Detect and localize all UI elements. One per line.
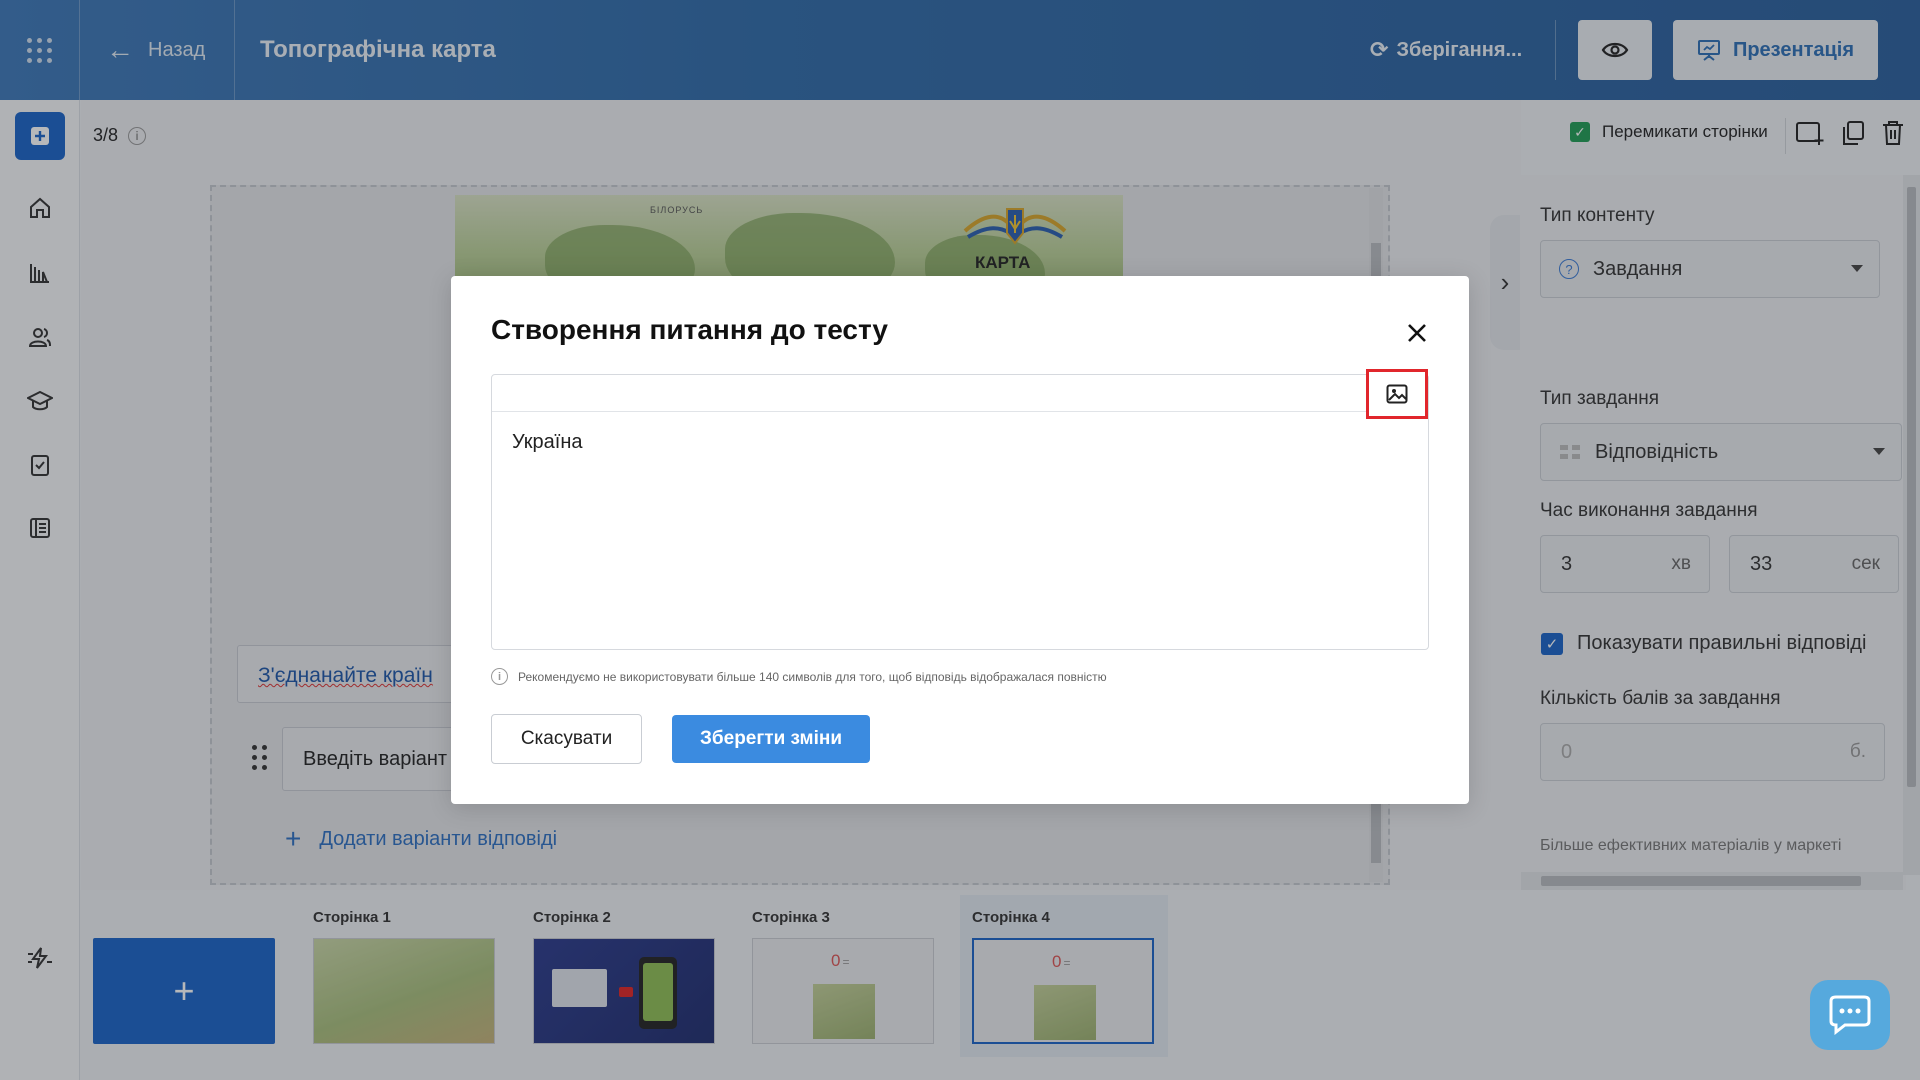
close-icon[interactable] xyxy=(1404,320,1430,346)
save-changes-button[interactable]: Зберегти зміни xyxy=(672,715,870,763)
insert-image-button[interactable] xyxy=(1366,369,1428,419)
chat-button[interactable] xyxy=(1810,980,1890,1050)
editor-toolbar xyxy=(492,369,1428,419)
image-icon xyxy=(1386,384,1408,404)
character-hint: i Рекомендуємо не використовувати більше… xyxy=(491,668,1107,685)
modal-title: Створення питання до тесту xyxy=(491,314,888,345)
question-editor[interactable]: Україна xyxy=(491,369,1429,650)
info-icon: i xyxy=(491,668,508,685)
cancel-button[interactable]: Скасувати xyxy=(491,714,642,764)
editor-content[interactable]: Україна xyxy=(512,431,583,454)
create-question-modal: Створення питання до тесту Україна i Рек… xyxy=(451,276,1469,804)
chat-bubble-icon xyxy=(1829,995,1871,1035)
hint-text: Рекомендуємо не використовувати більше 1… xyxy=(518,669,1107,684)
